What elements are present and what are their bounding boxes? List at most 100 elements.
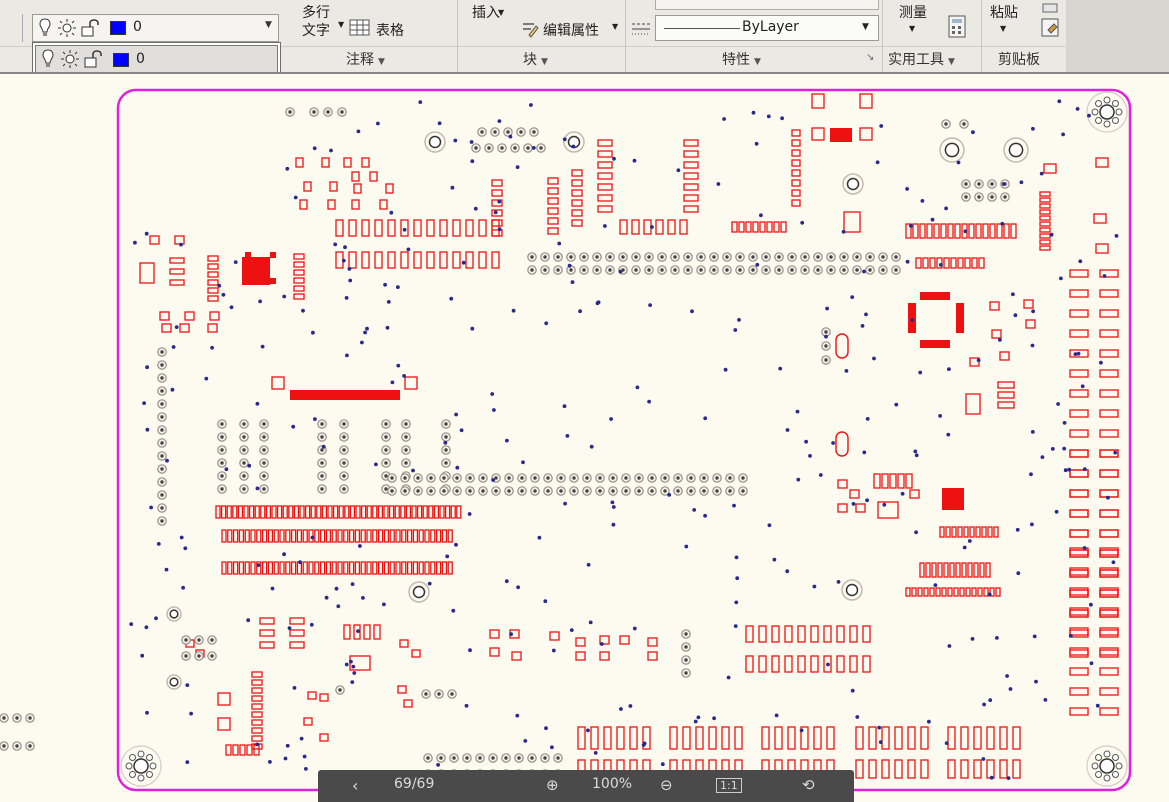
drill-hole [342,422,346,426]
via [909,224,913,228]
unlock-icon[interactable] [84,50,104,68]
linetype-select[interactable]: ByLayer ▼ [655,15,879,41]
pcb-drawing-canvas[interactable] [0,72,1169,802]
lightbulb-icon[interactable] [38,18,52,38]
insert-button[interactable]: 插入 [472,2,500,22]
table-button[interactable]: 表格 [376,20,404,40]
panel-annotation[interactable]: 注释 ▼ [346,49,385,69]
drill-hole [262,487,266,491]
drill-hole [494,489,498,493]
via [301,308,305,313]
via [390,380,395,385]
via [282,294,287,299]
rotate-icon[interactable]: ⟲ [802,776,815,794]
drill-hole [444,422,448,426]
lightbulb-icon[interactable] [41,49,55,69]
via [1016,571,1021,576]
paste-dropdown-arrow[interactable]: ▼ [1000,24,1006,33]
clipboard-tools-icon[interactable] [1040,2,1062,42]
via [684,544,689,549]
multiline-text-label-bottom[interactable]: 文字 [302,20,330,40]
zoom-in-icon[interactable]: ⊕ [546,776,559,794]
drill-hole [487,146,491,150]
corner-hole-via [129,770,137,778]
drill-hole [2,744,6,748]
chevron-down-icon[interactable]: ▼ [862,22,869,32]
panel-clipboard[interactable]: 剪贴板 [998,49,1040,69]
via [774,713,779,718]
drill-hole [546,476,550,480]
drill-hole [384,461,388,465]
panel-block[interactable]: 块 ▼ [523,49,548,69]
chevron-down-icon[interactable]: ▼ [265,20,272,30]
via [529,103,533,107]
paste-button[interactable]: 粘贴 [990,2,1018,22]
drill-hole [676,489,680,493]
drill-hole [868,268,872,272]
drill-hole [390,489,394,493]
sun-icon[interactable] [58,19,76,37]
corner-hole-via [1115,762,1123,770]
measure-button[interactable]: 测量 [899,2,927,22]
actual-size-button[interactable]: 1:1 [716,778,742,793]
ribbon-left-control[interactable] [0,14,23,42]
via [865,417,870,421]
via [734,600,739,605]
via [454,542,458,547]
drill-hole [824,330,828,334]
multiline-text-dropdown-arrow[interactable]: ▼ [338,20,344,29]
drill-hole [660,268,664,272]
via [385,325,390,330]
zoom-out-icon[interactable]: ⊖ [660,776,673,794]
drill-hole [160,402,164,406]
smd-pad-filled [830,128,852,142]
via [351,664,356,669]
drill-hole [242,435,246,439]
via [733,328,738,332]
drill-hole [582,255,586,259]
corner-hole-via [1111,116,1119,124]
drill-hole [416,476,420,480]
via [247,463,252,468]
via [144,625,149,630]
edit-attributes-button[interactable]: 编辑属性 [543,20,599,40]
drill-hole [242,474,246,478]
drill-hole [964,195,968,199]
smd-pad-filled [942,488,964,510]
layer-item[interactable]: 0 [35,45,278,73]
via [285,743,290,748]
panel-properties[interactable]: 特性 ▼ [722,49,761,69]
via [751,110,756,115]
via [270,586,275,591]
edit-attributes-dropdown-arrow[interactable]: ▼ [612,22,618,31]
unlock-icon[interactable] [81,19,101,37]
chevron-left-icon[interactable]: ‹ [352,776,358,795]
insert-dropdown-arrow[interactable]: ▼ [498,8,504,17]
lineweight-select-partial[interactable] [655,0,879,10]
via [562,404,567,409]
drill-hole [990,195,994,199]
mounting-hole-core [944,142,960,158]
drill-hole [197,654,201,658]
via [1080,384,1085,389]
via [589,444,594,449]
properties-launcher-icon[interactable]: ↘ [866,52,874,63]
sun-icon[interactable] [61,50,79,68]
calculator-icon[interactable] [946,15,968,39]
drill-hole [777,268,781,272]
drill-hole [342,461,346,465]
multiline-text-label-top[interactable]: 多行 [302,2,330,22]
measure-dropdown-arrow[interactable]: ▼ [909,24,915,33]
layer-combo[interactable]: 0 ▼ [32,14,279,42]
via [516,585,520,590]
via [1089,661,1094,666]
via [544,321,549,326]
drill-hole [621,255,625,259]
drill-hole [384,448,388,452]
via [1031,309,1035,314]
via [449,296,454,301]
drill-hole [312,110,316,114]
panel-utilities[interactable]: 实用工具 ▼ [888,49,955,69]
via [1089,602,1093,607]
drill-hole [660,255,664,259]
